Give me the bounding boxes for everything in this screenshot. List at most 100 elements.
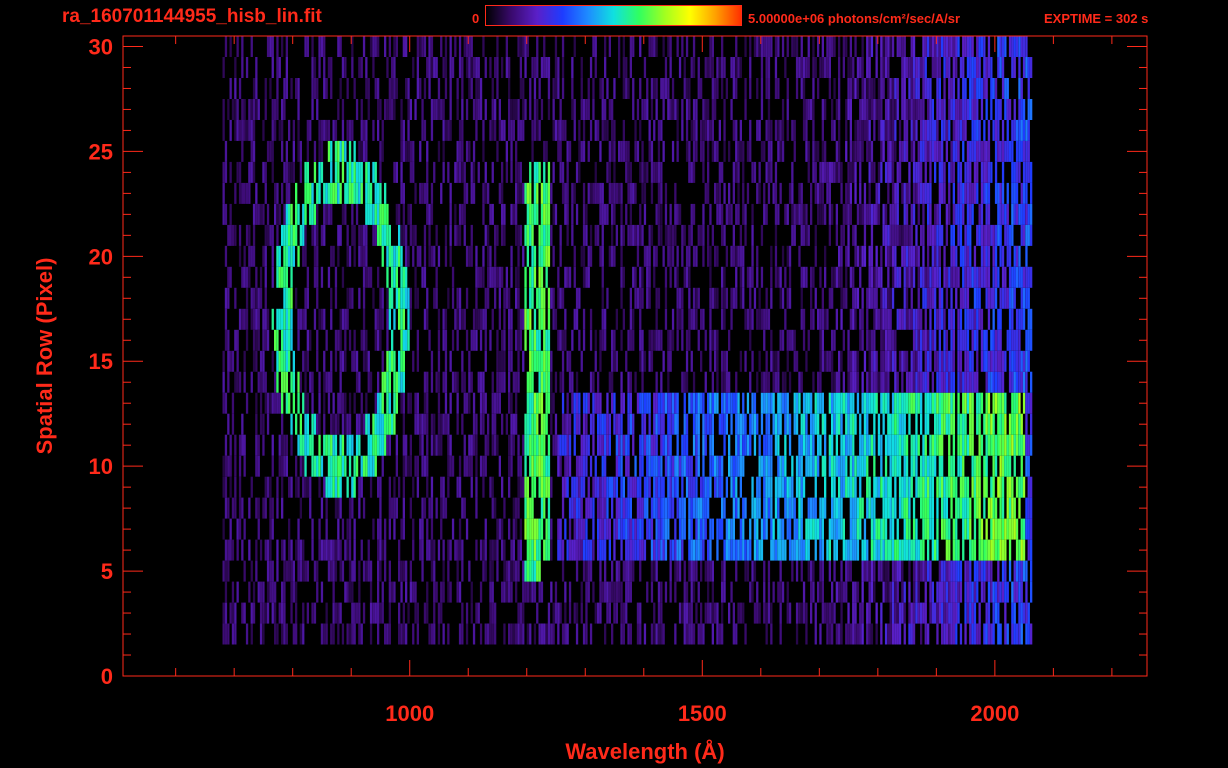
heatmap-cell — [917, 287, 920, 309]
heatmap-cell — [873, 308, 876, 330]
heatmap-cell — [519, 602, 522, 624]
heatmap-cell — [711, 455, 714, 477]
heatmap-cell — [508, 455, 511, 477]
heatmap-cell — [821, 455, 824, 477]
heatmap-cell — [367, 350, 370, 372]
heatmap-cell — [426, 392, 429, 414]
heatmap-cell — [952, 308, 955, 330]
heatmap-cell — [599, 350, 602, 372]
heatmap-cell — [962, 476, 965, 498]
heatmap-cell — [831, 161, 834, 183]
heatmap-cell — [657, 539, 661, 561]
heatmap-cell — [238, 371, 242, 393]
heatmap-cell — [618, 182, 621, 204]
heatmap-cell — [274, 371, 277, 393]
heatmap-cell — [952, 581, 955, 603]
heatmap-cell — [866, 413, 869, 435]
heatmap-cell — [426, 371, 429, 393]
heatmap-cell — [463, 392, 466, 414]
heatmap-cell — [526, 518, 529, 540]
heatmap-cell — [426, 287, 429, 309]
heatmap-cell — [915, 350, 918, 372]
heatmap-cell — [613, 119, 616, 141]
heatmap-cell — [365, 140, 368, 162]
heatmap-cell — [905, 182, 909, 204]
heatmap-cell — [311, 182, 314, 204]
heatmap-cell — [948, 623, 951, 645]
heatmap-cell — [587, 245, 590, 267]
heatmap-cell — [721, 203, 724, 225]
heatmap-cell — [531, 119, 534, 141]
heatmap-cell — [236, 161, 239, 183]
heatmap-cell — [398, 287, 401, 309]
heatmap-cell — [817, 434, 820, 456]
heatmap-cell — [283, 308, 286, 330]
heatmap-cell — [437, 539, 441, 561]
heatmap-cell — [842, 224, 845, 246]
heatmap-cell — [847, 539, 850, 561]
heatmap-cell — [920, 476, 923, 498]
heatmap-cell — [739, 518, 742, 540]
heatmap-cell — [835, 413, 838, 435]
heatmap-cell — [721, 266, 724, 288]
heatmap-cell — [1008, 560, 1012, 582]
heatmap-cell — [639, 518, 642, 540]
heatmap-cell — [304, 455, 307, 477]
heatmap-cell — [348, 623, 352, 645]
heatmap-cell — [575, 308, 579, 330]
heatmap-cell — [517, 245, 520, 267]
heatmap-cell — [360, 539, 363, 561]
heatmap-cell — [388, 518, 391, 540]
heatmap-cell — [449, 119, 452, 141]
heatmap-cell — [238, 497, 242, 519]
heatmap-cell — [316, 350, 319, 372]
heatmap-cell — [971, 329, 974, 351]
heatmap-cell — [985, 455, 988, 477]
heatmap-cell — [852, 623, 855, 645]
heatmap-cell — [538, 245, 541, 267]
heatmap-cell — [924, 497, 927, 519]
heatmap-cell — [458, 203, 462, 225]
heatmap-cell — [384, 224, 387, 246]
heatmap-cell — [922, 455, 925, 477]
heatmap-cell — [318, 434, 321, 456]
heatmap-cell — [503, 119, 506, 141]
heatmap-cell — [833, 161, 836, 183]
heatmap-cell — [856, 287, 860, 309]
heatmap-cell — [400, 350, 403, 372]
heatmap-cell — [355, 182, 359, 204]
heatmap-cell — [587, 266, 590, 288]
heatmap-cell — [695, 539, 698, 561]
heatmap-cell — [714, 140, 717, 162]
heatmap-cell — [1030, 392, 1033, 414]
heatmap-cell — [447, 581, 450, 603]
heatmap-cell — [840, 245, 843, 267]
heatmap-cell — [716, 245, 719, 267]
heatmap-cell — [927, 203, 930, 225]
heatmap-cell — [510, 245, 513, 267]
heatmap-cell — [222, 455, 225, 477]
heatmap-cell — [866, 329, 869, 351]
heatmap-cell — [412, 623, 415, 645]
heatmap-cell — [849, 539, 852, 561]
heatmap-cell — [992, 518, 995, 540]
heatmap-cell — [519, 119, 522, 141]
heatmap-cell — [313, 224, 317, 246]
heatmap-cell — [650, 623, 654, 645]
heatmap-cell — [941, 413, 944, 435]
heatmap-cell — [908, 413, 911, 435]
heatmap-cell — [700, 350, 703, 372]
heatmap-cell — [278, 203, 281, 225]
heatmap-cell — [283, 560, 286, 582]
heatmap-cell — [781, 329, 785, 351]
heatmap-cell — [292, 623, 295, 645]
heatmap-cell — [334, 455, 338, 477]
heatmap-cell — [898, 413, 902, 435]
heatmap-cell — [337, 518, 340, 540]
heatmap-cell — [611, 224, 614, 246]
heatmap-cell — [924, 392, 927, 414]
heatmap-cell — [561, 182, 565, 204]
heatmap-cell — [1018, 266, 1021, 288]
heatmap-cell — [522, 476, 525, 498]
heatmap-cell — [337, 623, 340, 645]
